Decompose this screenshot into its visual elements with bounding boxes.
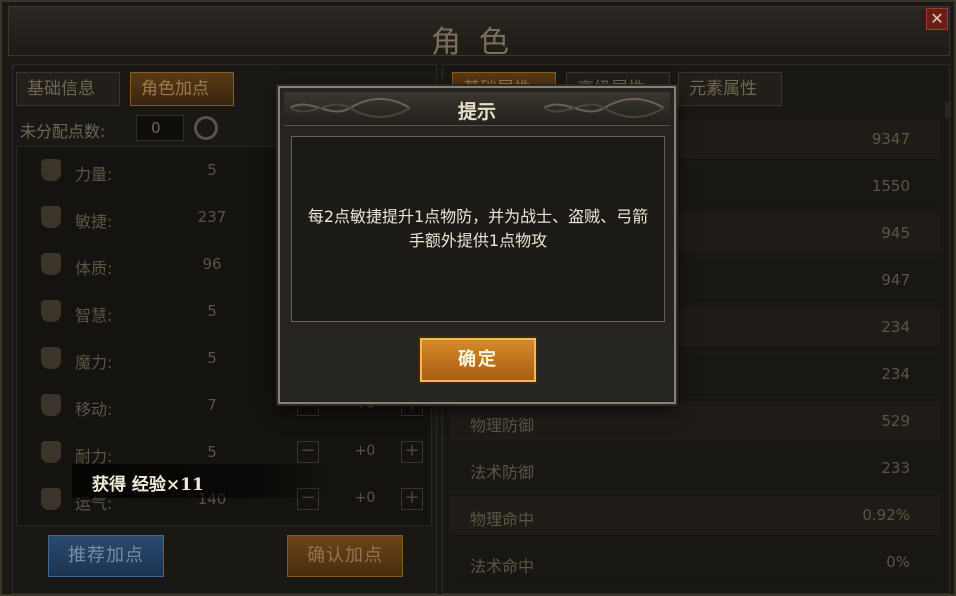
attribute-label: 魔力:: [75, 353, 113, 372]
attribute-add: +0: [354, 490, 376, 506]
ok-button[interactable]: 确定: [420, 338, 536, 382]
recommend-points-button[interactable]: 推荐加点: [48, 535, 164, 577]
stat-value: 9347: [871, 130, 910, 148]
tab-attribute-points[interactable]: 角色加点: [130, 72, 234, 106]
attribute-label: 智慧:: [75, 306, 113, 325]
agility-icon: [41, 206, 61, 228]
dialog-message: 每2点敏捷提升1点物防，并为战士、盗贼、弓箭手额外提供1点物攻: [307, 207, 649, 250]
close-icon[interactable]: ✕: [926, 8, 948, 30]
stat-row: 法术命中 0%: [450, 543, 940, 583]
attribute-label: 移动:: [75, 400, 113, 419]
unallocated-value: 0: [136, 115, 184, 141]
title-bar: 角色: [8, 6, 950, 60]
stat-value: 529: [881, 412, 910, 430]
reset-icon[interactable]: [194, 116, 218, 140]
unallocated-label: 未分配点数:: [20, 122, 106, 141]
attribute-label: 力量:: [75, 165, 113, 184]
endurance-icon: [41, 441, 61, 463]
stat-value: 0%: [886, 553, 910, 571]
increase-button[interactable]: +: [401, 441, 423, 463]
attribute-value: 237: [197, 208, 227, 226]
attribute-value: 5: [207, 443, 217, 461]
dialog-body: 每2点敏捷提升1点物防，并为战士、盗贼、弓箭手额外提供1点物攻: [291, 136, 665, 322]
stat-label: 法术命中: [470, 557, 535, 576]
stat-row: 法术防御 233: [450, 449, 940, 489]
magic-icon: [41, 347, 61, 369]
stat-value: 947: [881, 271, 910, 289]
stat-value: 234: [881, 318, 910, 336]
attribute-value: 5: [207, 161, 217, 179]
confirm-points-button[interactable]: 确认加点: [287, 535, 403, 577]
hint-dialog: 提示 每2点敏捷提升1点物防，并为战士、盗贼、弓箭手额外提供1点物攻 确定: [278, 86, 676, 404]
stat-value: 233: [881, 459, 910, 477]
stat-value: 1550: [871, 177, 910, 195]
decrease-button[interactable]: −: [297, 441, 319, 463]
attribute-value: 5: [207, 302, 217, 320]
exp-toast: 获得 经验×11: [72, 464, 332, 498]
exp-toast-text: 获得 经验×11: [92, 475, 204, 495]
increase-button[interactable]: +: [401, 488, 423, 510]
attribute-value: 7: [207, 396, 217, 414]
stat-label: 物理命中: [470, 510, 535, 529]
stat-label: 法术防御: [470, 463, 535, 482]
constitution-icon: [41, 253, 61, 275]
attribute-value: 96: [202, 255, 222, 273]
wisdom-icon: [41, 300, 61, 322]
attribute-value: 5: [207, 349, 217, 367]
tab-basic-info[interactable]: 基础信息: [16, 72, 120, 106]
dialog-header: 提示: [284, 92, 670, 126]
stat-value: 234: [881, 365, 910, 383]
stat-label: 物理防御: [470, 416, 535, 435]
attribute-label: 体质:: [75, 259, 113, 278]
stat-value: 945: [881, 224, 910, 242]
ornament-right-icon: [544, 98, 664, 118]
scrollbar[interactable]: [945, 102, 951, 118]
window-title: 角色: [431, 25, 527, 60]
stat-row: 物理防御 529: [450, 402, 940, 442]
strength-icon: [41, 159, 61, 181]
luck-icon: [41, 488, 61, 510]
movement-icon: [41, 394, 61, 416]
attribute-label: 敏捷:: [75, 212, 113, 231]
tab-element-stats[interactable]: 元素属性: [678, 72, 782, 106]
attribute-add: +0: [354, 443, 376, 459]
stat-row: 物理命中 0.92%: [450, 496, 940, 536]
stat-value: 0.92%: [862, 506, 910, 524]
